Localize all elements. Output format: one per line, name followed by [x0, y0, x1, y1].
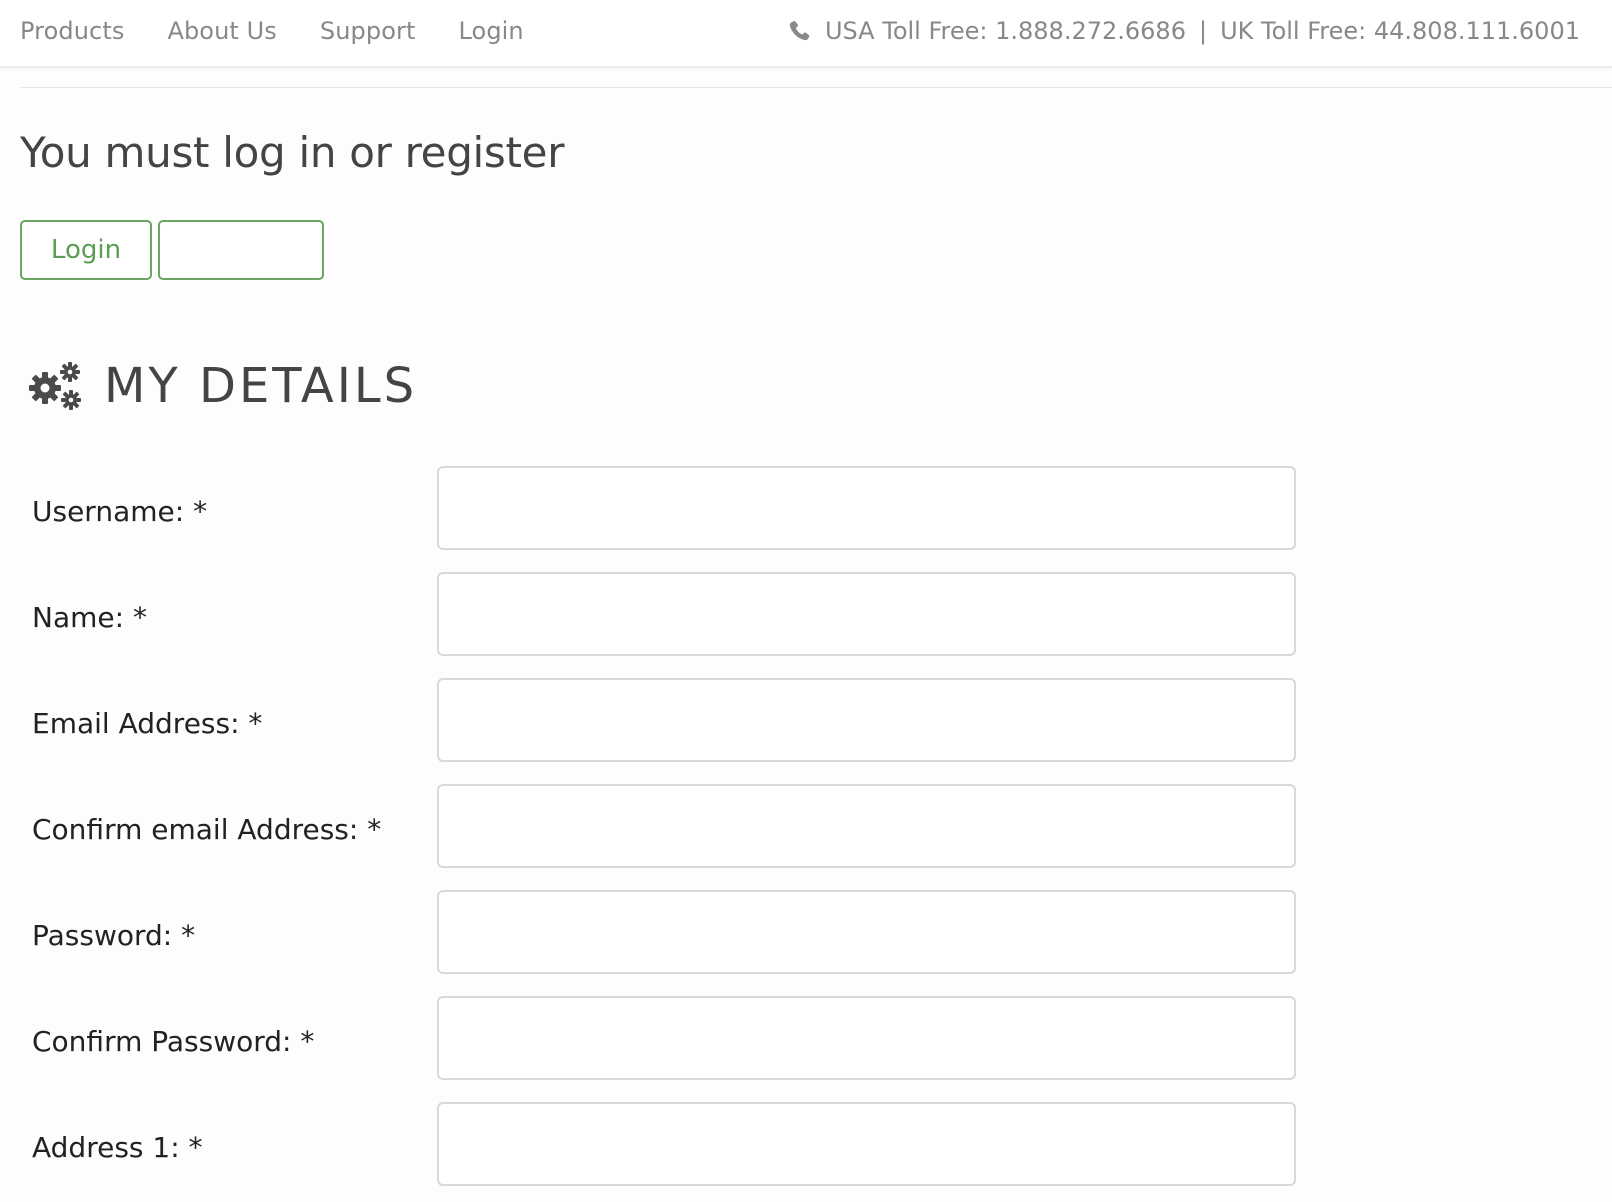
contact-separator: |	[1198, 17, 1208, 45]
form-row-password: Password: *	[0, 890, 1612, 974]
form-row-confirm-password: Confirm Password: *	[0, 996, 1612, 1080]
username-label: Username: *	[32, 494, 208, 528]
address-1-label: Address 1: *	[32, 1130, 203, 1164]
gears-icon	[28, 360, 84, 412]
form-row-address-1: Address 1: *	[0, 1102, 1612, 1186]
form-row-name: Name: *	[0, 572, 1612, 656]
address-1-input[interactable]	[437, 1102, 1296, 1186]
register-button[interactable]	[158, 220, 324, 280]
nav-about-us-link[interactable]: About Us	[167, 17, 276, 45]
name-input[interactable]	[437, 572, 1296, 656]
form-row-username: Username: *	[0, 466, 1612, 550]
divider	[20, 87, 1612, 88]
nav-products-link[interactable]: Products	[20, 17, 124, 45]
email-input[interactable]	[437, 678, 1296, 762]
section-title: MY DETAILS	[104, 358, 418, 414]
confirm-email-label: Confirm email Address: *	[32, 812, 382, 846]
confirm-email-input[interactable]	[437, 784, 1296, 868]
password-input[interactable]	[437, 890, 1296, 974]
main-nav: Products About Us Support Login	[20, 0, 567, 62]
confirm-password-input[interactable]	[437, 996, 1296, 1080]
top-bar: Products About Us Support Login USA Toll…	[0, 0, 1612, 67]
nav-login-link[interactable]: Login	[458, 17, 523, 45]
nav-support-link[interactable]: Support	[320, 17, 416, 45]
email-label: Email Address: *	[32, 706, 263, 740]
username-input[interactable]	[437, 466, 1296, 550]
form-row-email: Email Address: *	[0, 678, 1612, 762]
uk-toll-free: UK Toll Free: 44.808.111.6001	[1220, 17, 1580, 45]
phone-icon	[787, 19, 811, 43]
confirm-password-label: Confirm Password: *	[32, 1024, 315, 1058]
page-title: You must log in or register	[20, 128, 565, 177]
contact-numbers: USA Toll Free: 1.888.272.6686 | UK Toll …	[787, 0, 1580, 62]
password-label: Password: *	[32, 918, 196, 952]
my-details-header: MY DETAILS	[28, 356, 417, 416]
name-label: Name: *	[32, 600, 147, 634]
usa-toll-free: USA Toll Free: 1.888.272.6686	[824, 17, 1186, 45]
login-button[interactable]: Login	[20, 220, 152, 280]
form-row-confirm-email: Confirm email Address: *	[0, 784, 1612, 868]
